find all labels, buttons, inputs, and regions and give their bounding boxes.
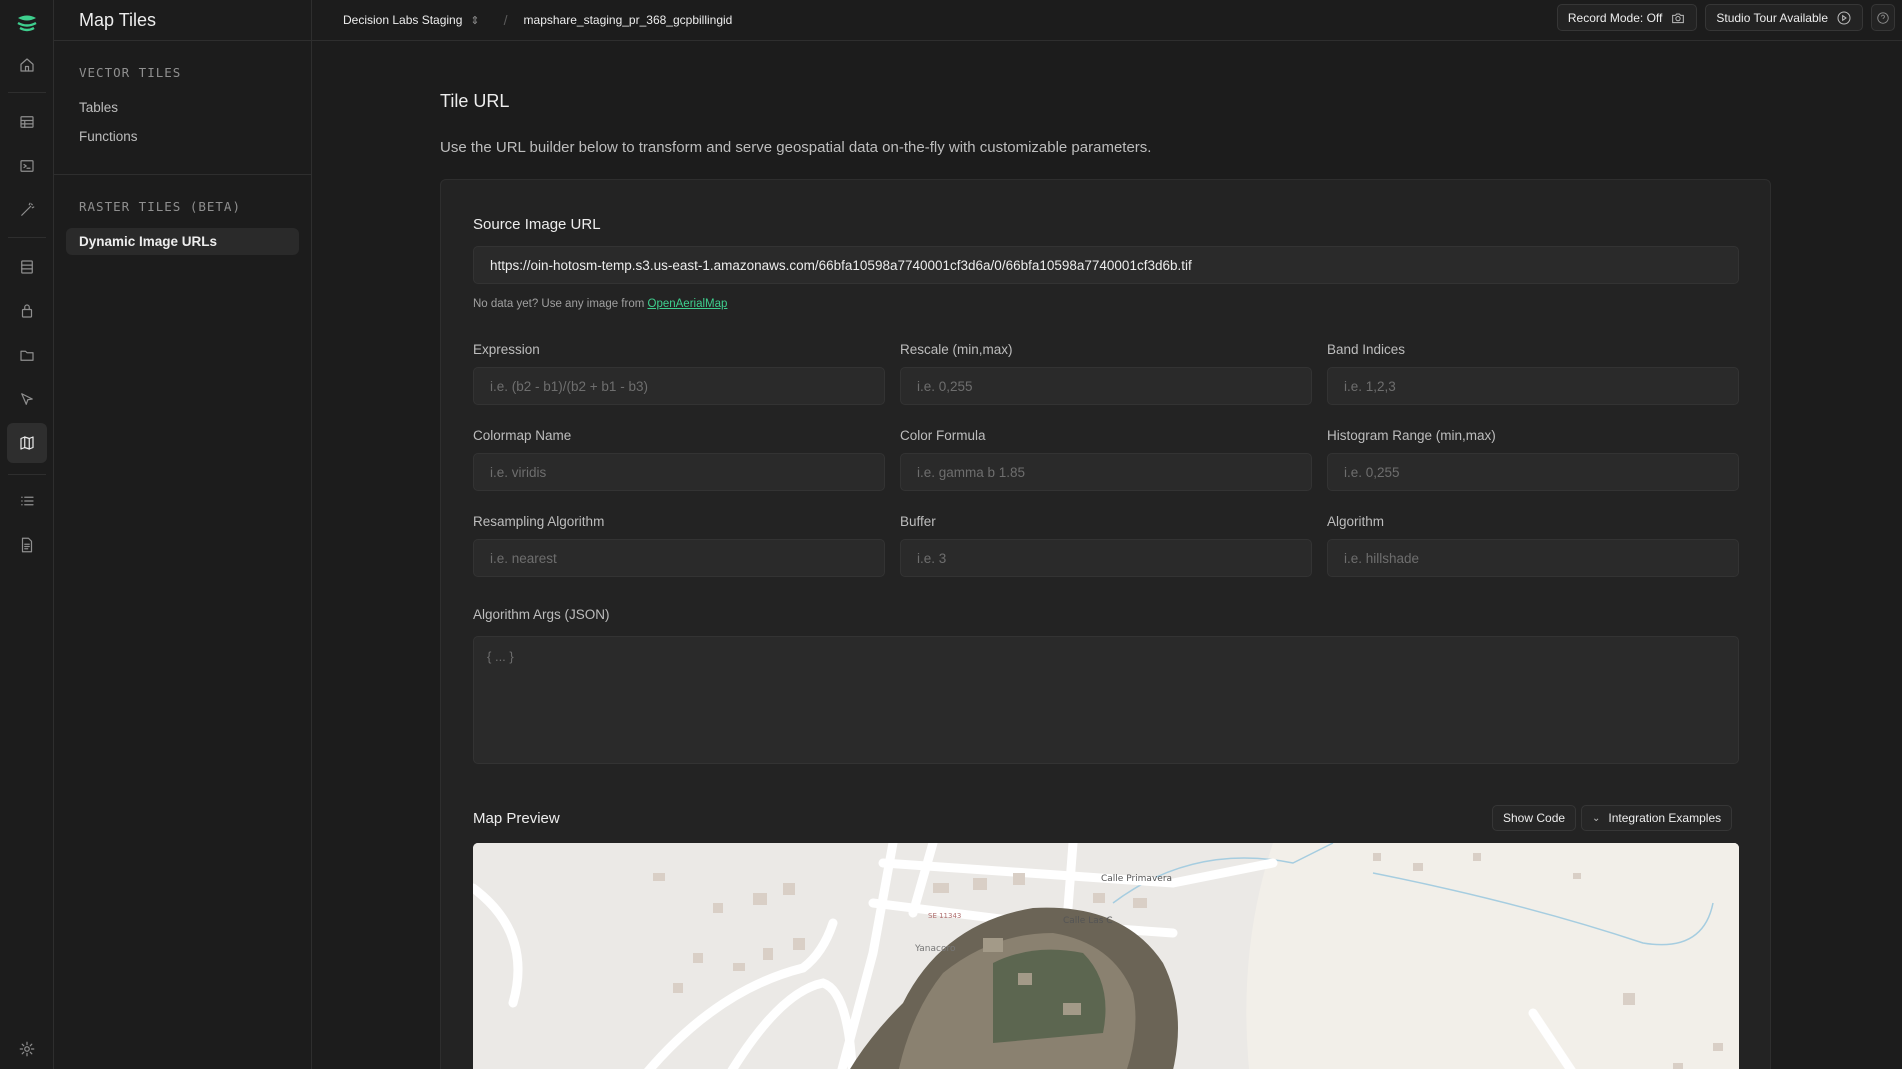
branch-name: mapshare_staging_pr_368_gcpbillingid <box>523 13 733 27</box>
settings-gear-icon[interactable] <box>13 1035 41 1063</box>
app-logo-icon[interactable] <box>13 9 41 37</box>
raster-tiles-section: RASTER TILES (BETA) Dynamic Image URLs <box>54 175 311 279</box>
rescale-input[interactable]: i.e. 0,255 <box>900 367 1312 405</box>
branch-selector[interactable]: mapshare_staging_pr_368_gcpbillingid <box>524 13 733 27</box>
colormap-name-label: Colormap Name <box>473 428 572 443</box>
breadcrumb-separator: / <box>503 12 508 28</box>
chevron-updown-icon: ⇕ <box>470 14 480 27</box>
chevron-down-icon: ⌄ <box>1592 812 1601 824</box>
studio-tour-label: Studio Tour Available <box>1716 10 1828 25</box>
map-label-street2: Calle Las C <box>1063 916 1113 926</box>
project-selector[interactable]: Decision Labs Staging ⇕ <box>343 13 480 27</box>
record-mode-button[interactable]: Record Mode: Off <box>1556 4 1698 31</box>
sidebar-item-functions[interactable]: Functions <box>66 123 299 150</box>
source-image-url-input[interactable]: https://oin-hotosm-temp.s3.us-east-1.ama… <box>473 246 1739 284</box>
top-actions: Record Mode: Off Studio Tour Available <box>1556 4 1902 31</box>
algorithm-args-textarea[interactable]: { ... } <box>473 636 1739 764</box>
document-icon[interactable] <box>13 531 41 559</box>
lock-icon[interactable] <box>13 297 41 325</box>
color-formula-label: Color Formula <box>900 428 986 443</box>
page-heading: Map Tiles <box>79 9 157 30</box>
show-code-label: Show Code <box>1503 811 1566 825</box>
section-label-raster: RASTER TILES (BETA) <box>79 199 241 214</box>
buffer-label: Buffer <box>900 514 936 529</box>
map-preview-title: Map Preview <box>473 810 560 827</box>
help-circle-icon <box>1877 11 1889 24</box>
show-code-button[interactable]: Show Code <box>1492 805 1577 831</box>
histogram-range-label: Histogram Range (min,max) <box>1327 428 1496 443</box>
map-label-place: Yanacoro <box>914 944 956 954</box>
page-description: Use the URL builder below to transform a… <box>440 139 1152 156</box>
sql-editor-icon[interactable] <box>13 152 41 180</box>
map-canvas: Calle Primavera Calle Las C Yanacoro SE … <box>473 843 1739 1069</box>
expression-input[interactable]: i.e. (b2 - b1)/(b2 + b1 - b3) <box>473 367 885 405</box>
section-label-vector: VECTOR TILES <box>79 65 182 80</box>
integration-examples-label: Integration Examples <box>1608 811 1722 825</box>
top-bar: Decision Labs Staging ⇕ / mapshare_stagi… <box>312 0 1902 41</box>
map-tiles-icon[interactable] <box>7 423 47 463</box>
expression-label: Expression <box>473 342 540 357</box>
resampling-algorithm-label: Resampling Algorithm <box>473 514 605 529</box>
rail-divider <box>8 237 46 238</box>
rail-divider <box>8 474 46 475</box>
colormap-name-input[interactable]: i.e. viridis <box>473 453 885 491</box>
map-label-street1: Calle Primavera <box>1101 874 1172 884</box>
buffer-input[interactable]: i.e. 3 <box>900 539 1312 577</box>
studio-tour-button[interactable]: Studio Tour Available <box>1705 4 1863 31</box>
page-title: Tile URL <box>440 91 510 111</box>
play-icon <box>1837 11 1851 24</box>
database-icon[interactable] <box>13 253 41 281</box>
source-image-label: Source Image URL <box>473 216 601 233</box>
sidebar-header: Map Tiles <box>54 0 311 41</box>
storage-icon[interactable] <box>13 341 41 369</box>
rail-divider <box>8 92 46 93</box>
magic-wand-icon[interactable] <box>13 196 41 224</box>
project-name: Decision Labs Staging <box>343 13 463 27</box>
map-preview[interactable]: Calle Primavera Calle Las C Yanacoro SE … <box>473 843 1739 1069</box>
algorithm-label: Algorithm <box>1327 514 1385 529</box>
algorithm-args-label: Algorithm Args (JSON) <box>473 607 610 622</box>
help-button[interactable] <box>1871 4 1895 31</box>
no-data-hint: No data yet? Use any image from OpenAeri… <box>473 298 727 310</box>
histogram-range-input[interactable]: i.e. 0,255 <box>1327 453 1739 491</box>
functions-icon[interactable] <box>13 385 41 413</box>
openaerialmap-link[interactable]: OpenAerialMap <box>648 298 728 310</box>
table-editor-icon[interactable] <box>13 108 41 136</box>
resampling-algorithm-input[interactable]: i.e. nearest <box>473 539 885 577</box>
home-icon[interactable] <box>13 51 41 79</box>
algorithm-input[interactable]: i.e. hillshade <box>1327 539 1739 577</box>
rescale-label: Rescale (min,max) <box>900 342 1013 357</box>
secondary-sidebar: Map Tiles VECTOR TILES Tables Functions … <box>54 0 312 1069</box>
camera-icon <box>1672 13 1685 23</box>
color-formula-input[interactable]: i.e. gamma b 1.85 <box>900 453 1312 491</box>
record-mode-label: Record Mode: Off <box>1567 10 1663 25</box>
band-indices-input[interactable]: i.e. 1,2,3 <box>1327 367 1739 405</box>
sidebar-item-dynamic-image-urls[interactable]: Dynamic Image URLs <box>66 228 299 255</box>
integration-examples-button[interactable]: ⌄ Integration Examples <box>1581 805 1733 831</box>
url-builder-card: Source Image URL https://oin-hotosm-temp… <box>440 179 1771 1069</box>
hint-text: No data yet? Use any image from <box>473 298 648 310</box>
list-icon[interactable] <box>13 487 41 515</box>
map-label-road: SE 11343 <box>928 912 961 920</box>
vector-tiles-section: VECTOR TILES Tables Functions <box>54 41 311 175</box>
icon-rail <box>0 0 54 1069</box>
sidebar-item-tables[interactable]: Tables <box>66 94 299 121</box>
band-indices-label: Band Indices <box>1327 342 1406 357</box>
